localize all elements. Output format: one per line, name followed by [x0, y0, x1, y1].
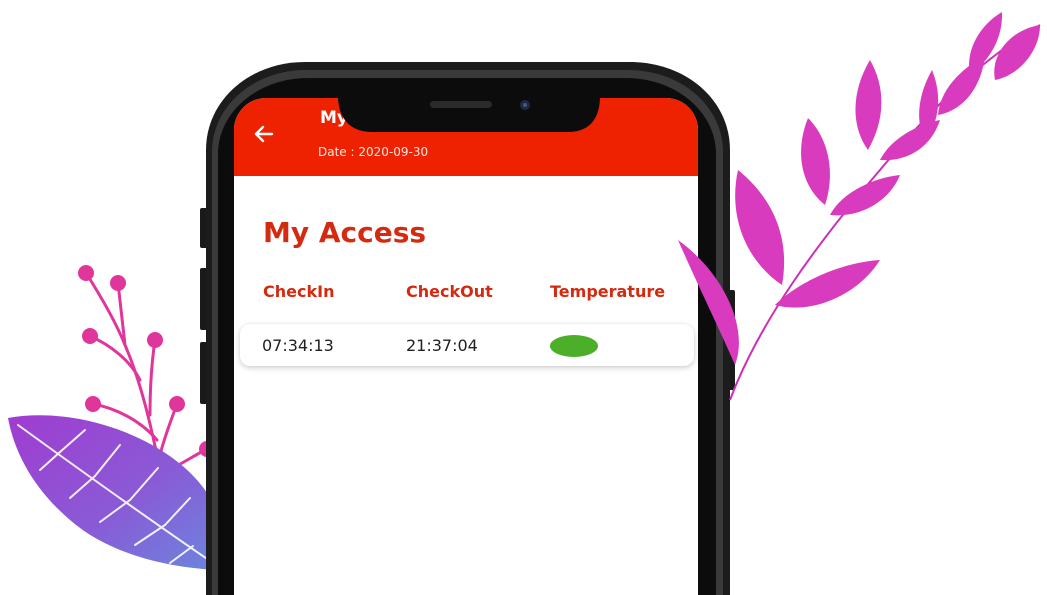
- checkout-time: 21:37:04: [406, 336, 478, 355]
- column-header-temperature: Temperature: [550, 282, 666, 301]
- temperature-status-indicator: [550, 335, 598, 357]
- arrow-left-icon: [254, 125, 274, 143]
- back-button[interactable]: [250, 120, 278, 148]
- page-title: My Access: [263, 216, 427, 249]
- app-bar-title: My: [320, 108, 348, 128]
- app-screen: My Date : 2020-09-30 My Access CheckIn C…: [234, 98, 698, 595]
- column-header-checkout: CheckOut: [406, 282, 493, 301]
- phone-mockup: My Date : 2020-09-30 My Access CheckIn C…: [0, 0, 1047, 595]
- table-row[interactable]: 07:34:13 21:37:04: [240, 324, 694, 366]
- app-bar: My Date : 2020-09-30: [234, 98, 698, 176]
- app-bar-date: Date : 2020-09-30: [318, 145, 429, 159]
- checkin-time: 07:34:13: [262, 336, 334, 355]
- column-header-checkin: CheckIn: [263, 282, 335, 301]
